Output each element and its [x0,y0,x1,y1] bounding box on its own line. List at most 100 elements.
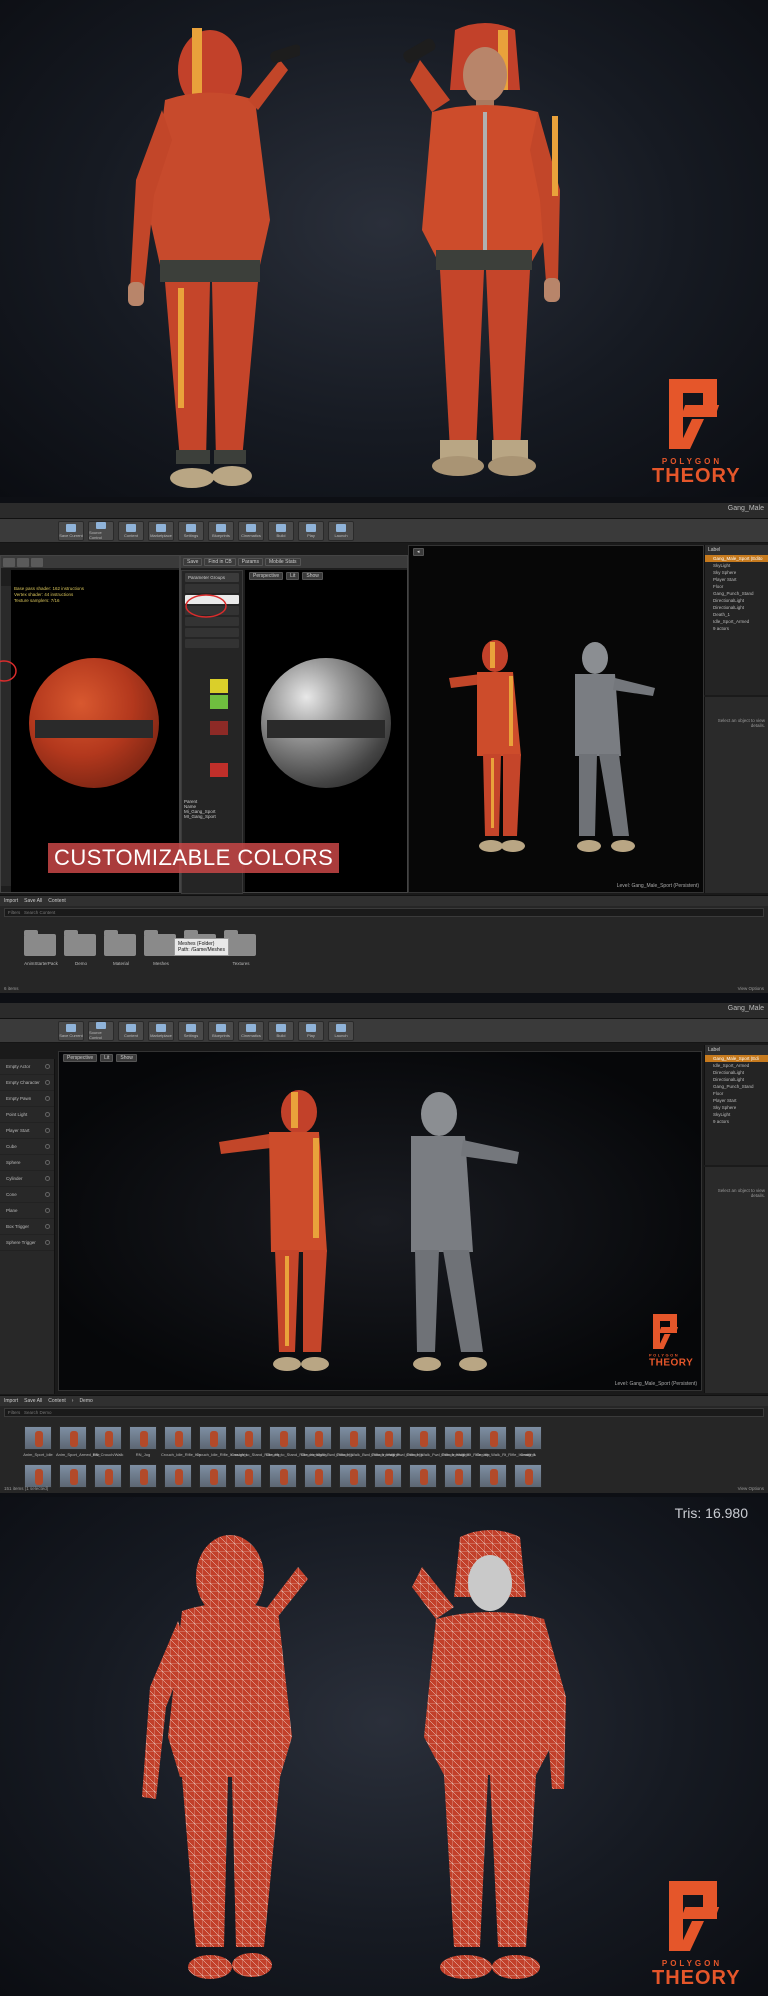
outliner-item[interactable]: Floor [705,1090,768,1097]
color-swatch-yellow[interactable] [210,679,228,693]
animation-asset-thumbnail[interactable] [374,1426,402,1450]
outliner-item[interactable]: SkyLight [705,562,768,569]
place-item[interactable]: Empty Pawn [0,1091,54,1107]
color-swatch-pattern[interactable] [210,721,228,735]
outliner-item[interactable]: DirectionalLight [705,1076,768,1083]
outliner-item[interactable]: Floor [705,583,768,590]
place-item[interactable]: Sphere [0,1155,54,1171]
outliner-item[interactable]: Idle_Sport_Armed [705,618,768,625]
content-folder[interactable]: AnimStarterPack [24,930,58,966]
content-folder[interactable]: Material [104,930,138,966]
path-content-3[interactable]: Content [48,1398,66,1404]
panel3-toolbar-button-5[interactable]: Blueprints [208,1020,234,1041]
animation-asset-thumbnail[interactable] [234,1464,262,1488]
animation-asset-thumbnail[interactable] [409,1464,437,1488]
viewport-tab-3[interactable]: Lit [100,1054,114,1062]
animation-asset-thumbnail[interactable] [94,1464,122,1488]
animation-asset-thumbnail[interactable] [304,1426,332,1450]
outliner-item[interactable]: Sky Sphere [705,1104,768,1111]
level-viewport[interactable]: ◂ Level: Gang_Male_Sport (Persistent) [408,545,704,893]
filters-button-3[interactable]: Filters [8,1410,20,1415]
param-row[interactable] [185,639,239,648]
place-item[interactable]: Sphere Trigger [0,1235,54,1251]
animation-asset-thumbnail[interactable] [199,1464,227,1488]
content-folder[interactable]: Meshes [144,930,178,966]
outliner-item[interactable]: DirectionalLight [705,1069,768,1076]
outliner-item[interactable]: Gang_Punch_Stand [705,590,768,597]
animation-asset-thumbnail[interactable] [24,1426,52,1450]
animation-asset-thumbnail[interactable] [59,1426,87,1450]
animation-asset-thumbnail[interactable] [129,1426,157,1450]
param-row[interactable] [185,628,239,637]
panel3-toolbar-button-3[interactable]: Marketplace [148,1020,174,1041]
color-swatch-green[interactable] [210,695,228,709]
animation-asset-thumbnail[interactable] [514,1426,542,1450]
panel2-toolbar-button-4[interactable]: Settings [178,520,204,541]
animation-asset-thumbnail[interactable] [409,1426,437,1450]
animation-asset-thumbnail[interactable] [479,1464,507,1488]
level-viewport-3[interactable]: Perspective Lit Show POLYGON THEORY Leve… [58,1051,702,1391]
content-folder[interactable]: Textures [224,930,258,966]
path-demo-3[interactable]: Demo [79,1398,92,1404]
animation-asset-thumbnail[interactable] [269,1426,297,1450]
animation-asset-thumbnail[interactable] [479,1426,507,1450]
place-item[interactable]: Player Start [0,1123,54,1139]
animation-asset-thumbnail[interactable] [374,1464,402,1488]
place-item[interactable]: Plane [0,1203,54,1219]
animation-asset-thumbnail[interactable] [24,1464,52,1488]
animation-asset-thumbnail[interactable] [444,1464,472,1488]
panel3-toolbar-button-7[interactable]: Build [268,1020,294,1041]
panel2-toolbar-button-5[interactable]: Blueprints [208,520,234,541]
panel2-toolbar-button-1[interactable]: Source Control [88,520,114,541]
panel2-toolbar-button-6[interactable]: Cinematics [238,520,264,541]
place-item[interactable]: Cube [0,1139,54,1155]
animation-asset-thumbnail[interactable] [234,1426,262,1450]
panel2-toolbar-button-7[interactable]: Build [268,520,294,541]
save-all-button[interactable]: Save All [24,898,42,904]
animation-asset-thumbnail[interactable] [339,1464,367,1488]
import-button-3[interactable]: Import [4,1398,18,1404]
place-item[interactable]: Point Light [0,1107,54,1123]
panel3-toolbar-button-0[interactable]: Save Current [58,1020,84,1041]
outliner-item[interactable]: Gang_Punch_Stand [705,1083,768,1090]
panel3-toolbar-button-4[interactable]: Settings [178,1020,204,1041]
animation-asset-thumbnail[interactable] [59,1464,87,1488]
outliner-item[interactable]: Gang_Male_Sport (Edito [705,555,768,562]
mat-toolbar-button[interactable]: Mobile Stats [264,558,301,566]
outliner-item[interactable]: Death_1 [705,611,768,618]
content-search-input[interactable]: Filters Search Content [4,908,764,917]
panel2-toolbar-button-8[interactable]: Play [298,520,324,541]
animation-asset-thumbnail[interactable] [94,1426,122,1450]
outliner-item[interactable]: Player Start [705,1097,768,1104]
place-item[interactable]: Box Trigger [0,1219,54,1235]
viewport-chip[interactable]: ◂ [413,548,424,556]
panel3-toolbar-button-6[interactable]: Cinematics [238,1020,264,1041]
animation-asset-thumbnail[interactable] [514,1464,542,1488]
place-item[interactable]: Empty Actor [0,1059,54,1075]
animation-asset-thumbnail[interactable] [164,1464,192,1488]
panel2-toolbar-button-2[interactable]: Content [118,520,144,541]
color-swatch-red[interactable] [210,763,228,777]
view-options-button-3[interactable]: View Options [738,1486,764,1491]
view-options-button[interactable]: View Options [738,986,764,991]
place-item[interactable]: Cone [0,1187,54,1203]
animation-asset-thumbnail[interactable] [199,1426,227,1450]
place-item[interactable]: Cylinder [0,1171,54,1187]
viewport-tab[interactable]: Lit [286,572,300,580]
content-folder[interactable]: Demo [64,930,98,966]
animation-asset-thumbnail[interactable] [304,1464,332,1488]
animation-asset-thumbnail[interactable] [269,1464,297,1488]
outliner-item[interactable]: Sky Sphere [705,569,768,576]
viewport-tab[interactable]: Show [302,572,323,580]
viewport-tab-3[interactable]: Perspective [63,1054,98,1062]
panel2-toolbar-button-9[interactable]: Launch [328,520,354,541]
outliner-item[interactable]: DirectionalLight [705,597,768,604]
animation-asset-thumbnail[interactable] [129,1464,157,1488]
path-content[interactable]: Content [48,898,66,904]
panel3-toolbar-button-8[interactable]: Play [298,1020,324,1041]
outliner-item[interactable]: Gang_Male_Sport (Edi [705,1055,768,1062]
panel2-toolbar-button-3[interactable]: Marketplace [148,520,174,541]
outliner-item[interactable]: DirectionalLight [705,604,768,611]
outliner-item[interactable]: SkyLight [705,1111,768,1118]
mat-toolbar-button[interactable]: Find in CB [204,558,236,566]
